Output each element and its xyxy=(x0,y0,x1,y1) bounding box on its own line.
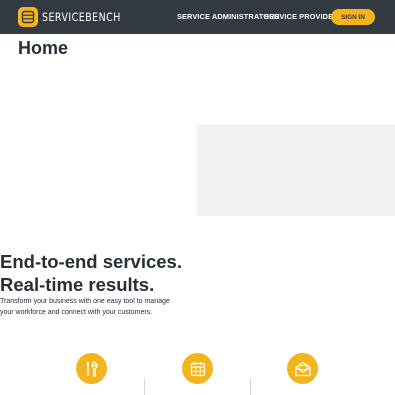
hero-image-placeholder xyxy=(197,125,395,216)
sign-in-button[interactable]: SIGN IN xyxy=(331,9,375,25)
tools-icon xyxy=(76,353,107,384)
hero-headline-line-1: End-to-end services. xyxy=(0,251,182,272)
hero-headline: End-to-end services. Real-time results. xyxy=(0,250,182,296)
page-title: Home xyxy=(18,38,69,58)
envelope-icon xyxy=(287,353,318,384)
feature-divider xyxy=(250,378,251,395)
hero-headline-line-2: Real-time results. xyxy=(0,274,155,295)
logo-badge-icon xyxy=(18,7,38,27)
calendar-icon xyxy=(182,353,213,384)
brand-name: SERVICEBENCH xyxy=(42,10,121,24)
hero-subtext: Transform your business with one easy to… xyxy=(0,298,170,316)
feature-divider xyxy=(144,378,145,395)
servicebench-logo[interactable]: SERVICEBENCH xyxy=(18,7,138,27)
top-navbar: SERVICEBENCH SERVICE ADMINISTRATORS SERV… xyxy=(0,0,395,34)
